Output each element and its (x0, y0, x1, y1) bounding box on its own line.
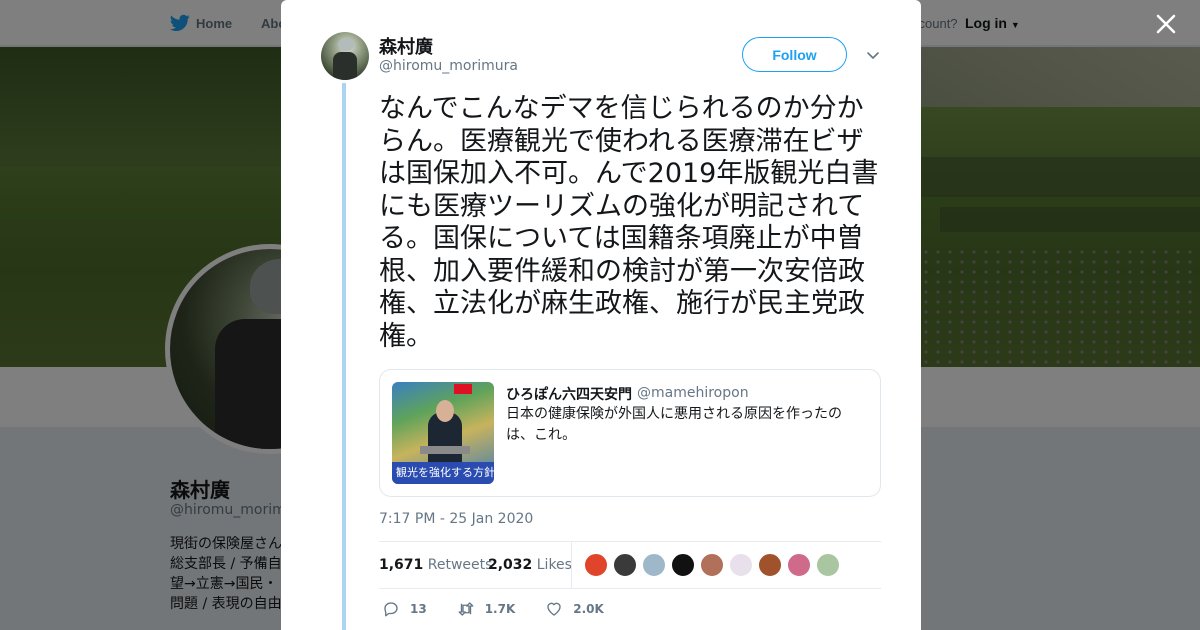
liker-avatar[interactable] (700, 553, 724, 577)
close-icon[interactable] (1154, 12, 1178, 36)
likes-label: Likes (536, 557, 572, 573)
quoted-tweet-text: 日本の健康保険が外国人に悪用される原因を作ったのは、これ。 (506, 406, 842, 443)
reply-button[interactable]: 13 (382, 600, 427, 618)
author-handle[interactable]: @hiromu_morimura (379, 58, 518, 74)
liker-avatar[interactable] (613, 553, 637, 577)
retweets-label: Retweets (427, 557, 493, 573)
quoted-author-name: ひろぽん六四天安門 (506, 387, 632, 403)
liker-avatar[interactable] (758, 553, 782, 577)
like-count: 2.0K (573, 602, 604, 616)
liker-avatar[interactable] (787, 553, 811, 577)
like-button[interactable]: 2.0K (545, 600, 604, 618)
liker-avatar[interactable] (584, 553, 608, 577)
quoted-author-handle: @mamehiropon (637, 385, 749, 401)
thread-line (342, 83, 346, 630)
chevron-down-icon[interactable] (865, 47, 881, 63)
likes-count: 2,032 (488, 557, 533, 573)
author-name[interactable]: 森村廣 (379, 33, 433, 59)
quoted-tweet[interactable]: 観光を強化する方針を ひろぽん六四天安門 @mamehiropon 日本の健康保… (379, 369, 881, 497)
stat-divider (571, 542, 572, 588)
image-caption: 観光を強化する方針を (392, 462, 494, 484)
quoted-tweet-image: 観光を強化する方針を (392, 382, 494, 484)
tweet-text: なんでこんなデマを信じられるのか分からん。医療観光で使われる医療滞在ビザは国保加… (379, 93, 879, 352)
liker-avatars (584, 553, 840, 577)
heart-icon (547, 602, 561, 616)
reply-icon (384, 602, 398, 617)
retweet-icon (458, 602, 474, 616)
liker-avatar[interactable] (816, 553, 840, 577)
liker-avatar[interactable] (642, 553, 666, 577)
retweet-stat[interactable]: 1,671 Retweets (379, 557, 492, 573)
tweet-modal: 森村廣 @hiromu_morimura Follow なんでこんなデマを信じら… (281, 0, 921, 630)
tweet-timestamp[interactable]: 7:17 PM - 25 Jan 2020 (379, 511, 533, 527)
follow-button[interactable]: Follow (742, 37, 847, 72)
retweet-count: 1.7K (484, 602, 516, 616)
liker-avatar[interactable] (671, 553, 695, 577)
author-avatar[interactable] (321, 32, 369, 80)
liker-avatar[interactable] (729, 553, 753, 577)
retweet-button[interactable]: 1.7K (457, 600, 516, 618)
likes-stat[interactable]: 2,032 Likes (488, 557, 572, 573)
retweets-count: 1,671 (379, 557, 424, 573)
tweet-actions: 13 1.7K 2.0K (382, 600, 634, 618)
reply-count: 13 (410, 602, 427, 616)
tweet-stats: 1,671 Retweets 2,032 Likes (379, 541, 881, 589)
